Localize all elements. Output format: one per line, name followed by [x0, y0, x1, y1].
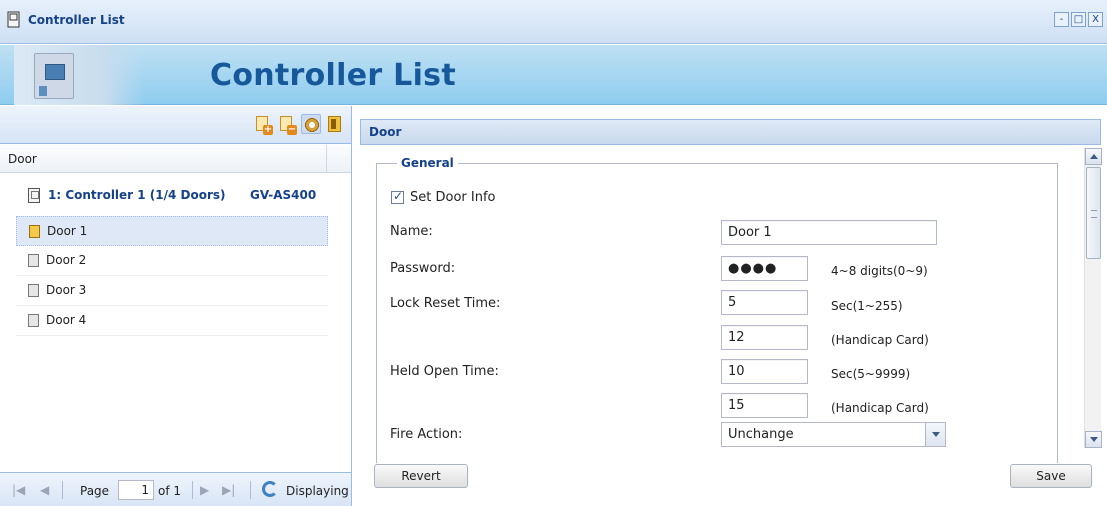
controller-model: GV-AS400	[250, 188, 317, 202]
scroll-up-icon[interactable]	[1085, 148, 1102, 165]
vertical-scrollbar[interactable]	[1084, 148, 1102, 448]
header-banner: Controller List	[0, 45, 1107, 105]
set-door-info-checkbox[interactable]	[391, 189, 404, 204]
window-controls: - □ X	[1054, 12, 1103, 27]
refresh-icon[interactable]	[262, 481, 278, 497]
door-node-1[interactable]: Door 1	[16, 216, 328, 246]
column-header[interactable]: Door	[0, 145, 351, 173]
held-open-handicap-hint: (Handicap Card)	[831, 401, 929, 415]
maximize-button[interactable]: □	[1071, 12, 1086, 27]
remove-document-icon	[280, 116, 297, 135]
add-controller-button[interactable]	[253, 114, 273, 135]
settings-button[interactable]	[301, 114, 321, 134]
panel-title: Door	[369, 125, 402, 139]
general-legend: General	[397, 156, 458, 170]
column-header-door: Door	[8, 152, 37, 166]
fire-action-select[interactable]: Unchange	[721, 422, 946, 447]
first-page-icon[interactable]: |◀	[12, 483, 25, 497]
tree-toolbar	[0, 106, 351, 144]
door-label: Door 1	[47, 224, 88, 238]
door-icon	[28, 254, 39, 267]
lock-reset-handicap-hint: (Handicap Card)	[831, 333, 929, 347]
save-button[interactable]: Save	[1010, 464, 1092, 488]
scroll-down-icon[interactable]	[1085, 431, 1102, 448]
controller-icon	[28, 188, 40, 203]
gear-icon	[304, 117, 320, 133]
held-open-time-label: Held Open Time:	[390, 364, 499, 379]
held-open-time-input[interactable]: 10	[721, 359, 808, 384]
chevron-down-icon[interactable]	[925, 423, 945, 446]
last-page-icon[interactable]: ▶|	[222, 483, 235, 497]
door-label: Door 3	[46, 283, 87, 297]
page-count-label: of 1	[158, 484, 182, 498]
next-page-icon[interactable]: ▶	[200, 483, 209, 497]
revert-button[interactable]: Revert	[374, 464, 468, 488]
displaying-label: Displaying	[286, 484, 349, 498]
controller-tree-panel: Door 1: Controller 1 (1/4 Doors) GV-AS40…	[0, 106, 352, 506]
fire-action-label: Fire Action:	[390, 427, 463, 442]
controller-device-logo	[14, 45, 144, 105]
fire-action-value: Unchange	[728, 427, 794, 442]
lock-reset-time-label: Lock Reset Time:	[390, 296, 501, 311]
page-label: Page	[80, 484, 110, 498]
password-label: Password:	[390, 261, 456, 276]
door-settings-panel: Door General Set Door Info Name: Door 1 …	[354, 106, 1107, 506]
controller-tree: 1: Controller 1 (1/4 Doors) GV-AS400 Doo…	[16, 184, 328, 336]
door-icon	[29, 225, 40, 238]
controller-label: 1: Controller 1 (1/4 Doors)	[48, 188, 226, 202]
door-icon	[28, 314, 39, 327]
page-number-input[interactable]: 1	[118, 480, 154, 500]
lock-reset-time-hint: Sec(1~255)	[831, 299, 903, 313]
scroll-thumb[interactable]	[1086, 167, 1101, 259]
password-input[interactable]: ●●●●	[721, 256, 808, 281]
door-node-3[interactable]: Door 3	[16, 276, 328, 306]
lock-reset-time-input[interactable]: 5	[721, 290, 808, 315]
previous-page-icon[interactable]: ◀	[40, 483, 49, 497]
lock-reset-handicap-input[interactable]: 12	[721, 325, 808, 350]
held-open-handicap-input[interactable]: 15	[721, 393, 808, 418]
close-button[interactable]: X	[1088, 12, 1103, 27]
general-fieldset: General Set Door Info Name: Door 1 Passw…	[376, 156, 1058, 463]
door-node-2[interactable]: Door 2	[16, 246, 328, 276]
controller-node[interactable]: 1: Controller 1 (1/4 Doors) GV-AS400	[16, 184, 328, 208]
door-icon	[328, 116, 341, 132]
held-open-time-hint: Sec(5~9999)	[831, 367, 911, 381]
window-title: Controller List	[28, 13, 125, 27]
door-icon	[28, 284, 39, 297]
door-label: Door 4	[46, 313, 87, 327]
password-hint: 4~8 digits(0~9)	[831, 264, 928, 278]
window-titlebar: Controller List - □ X	[0, 0, 1107, 44]
name-label: Name:	[390, 224, 433, 239]
controller-icon	[6, 11, 22, 29]
set-door-info-label: Set Door Info	[410, 190, 496, 205]
minimize-button[interactable]: -	[1054, 12, 1069, 27]
remove-controller-button[interactable]	[277, 114, 297, 135]
panel-header: Door	[360, 119, 1101, 145]
banner-title: Controller List	[210, 58, 456, 93]
door-view-button[interactable]	[325, 114, 345, 134]
paging-toolbar: |◀ ◀ Page 1 of 1 ▶ ▶| Displaying	[0, 472, 351, 506]
door-label: Door 2	[46, 253, 87, 267]
add-document-icon	[256, 116, 273, 135]
door-node-4[interactable]: Door 4	[16, 306, 328, 336]
name-input[interactable]: Door 1	[721, 220, 937, 245]
